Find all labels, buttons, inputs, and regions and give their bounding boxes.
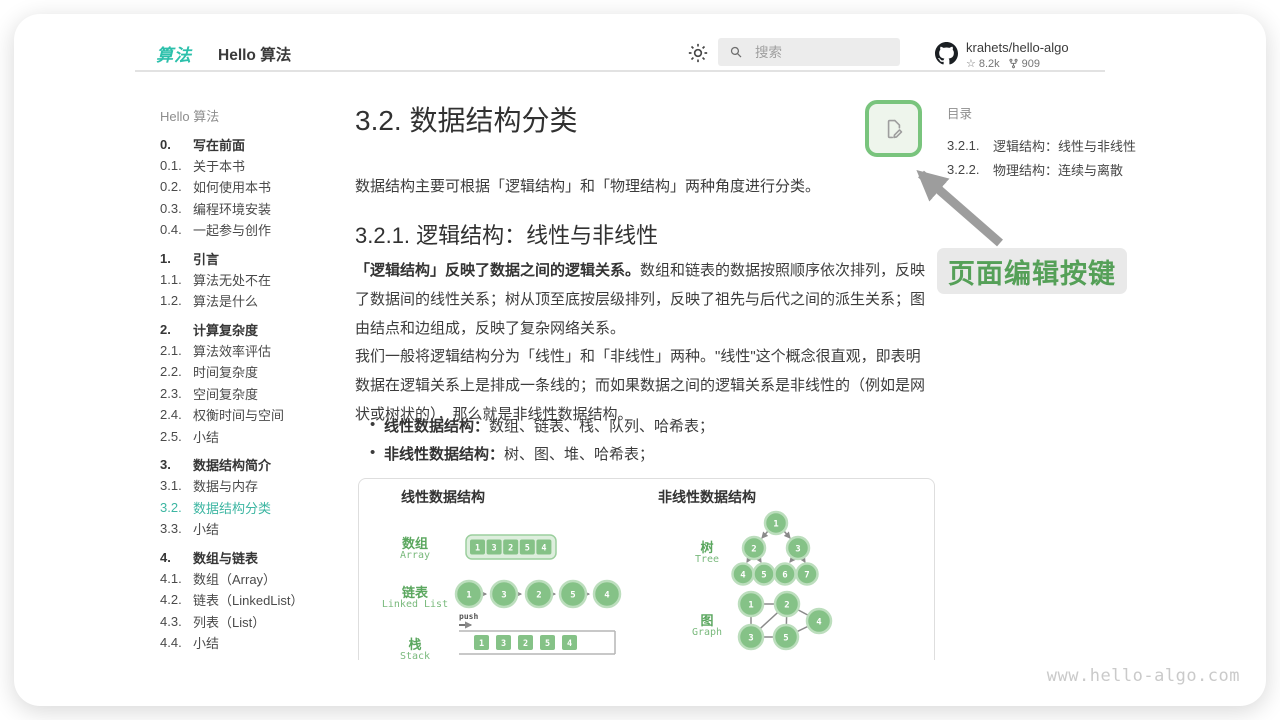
section-title: 3.2.1. 逻辑结构：线性与非线性 (355, 218, 658, 250)
list-item-linear: •线性数据结构：数组、链表、栈、队列、哈希表； (355, 415, 933, 436)
sidebar-root[interactable]: Hello 算法 (160, 105, 350, 126)
sidebar-item-4-2[interactable]: 4.2.链表（LinkedList） (160, 589, 350, 610)
linked-list-nodes: 1 3 2 5 4 (456, 581, 620, 607)
tree-node-value: 4 (740, 571, 746, 581)
sidebar-nav: Hello 算法 0.写在前面 0.1.关于本书 0.2.如何使用本书 0.3.… (160, 105, 350, 653)
sidebar-group-0[interactable]: 0.写在前面 (160, 133, 350, 154)
page-edit-button[interactable] (865, 100, 922, 157)
stack-cell-value: 1 (479, 639, 484, 649)
graph-diagram: 1 2 4 3 5 (739, 592, 831, 649)
star-icon: ☆ (966, 57, 976, 70)
toc: 目录 3.2.1.逻辑结构：线性与非线性 3.2.2.物理结构：连续与离散 (947, 103, 1157, 181)
sidebar-item-3-2-active[interactable]: 3.2.数据结构分类 (160, 497, 350, 518)
list-node-value: 3 (501, 591, 506, 601)
graph-node-value: 3 (748, 634, 753, 644)
sidebar-item-0-1[interactable]: 0.1.关于本书 (160, 155, 350, 176)
sidebar-item-2-2[interactable]: 2.2.时间复杂度 (160, 361, 350, 382)
stack-diagram: push 1 3 2 5 4 (459, 612, 615, 654)
github-repo-link[interactable]: krahets/hello-algo ☆ 8.2k 909 (935, 40, 1069, 70)
theme-toggle-icon[interactable] (688, 43, 708, 63)
list-node-value: 2 (536, 591, 541, 601)
tree-diagram: 1 2 3 4 5 6 7 (733, 512, 818, 585)
tree-node-value: 1 (773, 520, 778, 530)
toc-title: 目录 (947, 103, 1157, 122)
sidebar-item-4-3[interactable]: 4.3.列表（List） (160, 611, 350, 632)
list-node-value: 4 (604, 591, 610, 601)
site-watermark: www.hello-algo.com (1047, 666, 1240, 686)
push-label: push (459, 612, 478, 621)
graph-node-value: 4 (816, 618, 822, 628)
sidebar-group-1[interactable]: 1.引言 (160, 247, 350, 268)
repo-forks: 909 (1022, 58, 1040, 70)
tree-node-value: 3 (795, 545, 800, 555)
stack-cell-value: 4 (567, 639, 572, 649)
sidebar-item-3-3[interactable]: 3.3.小结 (160, 518, 350, 539)
sidebar-item-2-4[interactable]: 2.4.权衡时间与空间 (160, 404, 350, 425)
page-viewport: Hello 算法 0.写在前面 0.1.关于本书 0.2.如何使用本书 0.3.… (14, 71, 1266, 660)
repo-stats: ☆ 8.2k 909 (966, 57, 1069, 70)
array-cells: 1 3 2 5 4 (470, 540, 551, 555)
sidebar-item-4-4[interactable]: 4.4.小结 (160, 632, 350, 653)
array-cell-value: 4 (541, 544, 546, 554)
sidebar-item-2-5[interactable]: 2.5.小结 (160, 425, 350, 446)
figure-diagram: 1 3 2 5 4 1 3 (359, 479, 932, 660)
list-node-value: 5 (570, 591, 575, 601)
array-cell-value: 2 (508, 544, 513, 554)
browser-page: 算法 Hello 算法 krahets/hello-algo ☆ 8.2k 90… (14, 14, 1266, 706)
repo-name: krahets/hello-algo (966, 40, 1069, 55)
github-icon (935, 42, 958, 70)
sidebar-item-1-2[interactable]: 1.2.算法是什么 (160, 290, 350, 311)
sidebar-item-1-1[interactable]: 1.1.算法无处不在 (160, 269, 350, 290)
search-box[interactable] (718, 38, 900, 66)
sidebar-item-4-1[interactable]: 4.1.数组（Array） (160, 568, 350, 589)
graph-node-value: 5 (783, 634, 788, 644)
stack-cell-value: 2 (523, 639, 528, 649)
sidebar-item-0-2[interactable]: 0.2.如何使用本书 (160, 176, 350, 197)
tree-node-value: 7 (804, 571, 809, 581)
page-title: 3.2. 数据结构分类 (355, 99, 577, 139)
graph-node-value: 1 (748, 601, 753, 611)
site-title[interactable]: Hello 算法 (218, 43, 291, 65)
sidebar-item-3-1[interactable]: 3.1.数据与内存 (160, 475, 350, 496)
array-cell-value: 1 (475, 544, 480, 554)
logic-structure-paragraph: 「逻辑结构」反映了数据之间的逻辑关系。数组和链表的数据按照顺序依次排列，反映了数… (355, 256, 933, 343)
graph-node-value: 2 (784, 601, 789, 611)
stack-cell-value: 3 (501, 639, 506, 649)
annotation-label: 页面编辑按键 (937, 248, 1127, 294)
repo-stars: 8.2k (979, 58, 1000, 70)
tree-node-value: 2 (751, 545, 756, 555)
tree-node-value: 6 (782, 571, 787, 581)
intro-paragraph: 数据结构主要可根据「逻辑结构」和「物理结构」两种角度进行分类。 (355, 175, 820, 196)
stack-cell-value: 5 (545, 639, 550, 649)
fork-icon (1008, 58, 1019, 69)
sidebar-group-3[interactable]: 3.数据结构简介 (160, 454, 350, 475)
figure-data-structures: 线性数据结构 非线性数据结构 数组 Array 链表 Linked List 栈… (358, 478, 935, 660)
search-input[interactable] (753, 44, 887, 61)
list-item-nonlinear: •非线性数据结构：树、图、堆、哈希表； (355, 443, 933, 464)
array-cell-value: 5 (525, 544, 530, 554)
toc-item-2[interactable]: 3.2.2.物理结构：连续与离散 (947, 157, 1157, 181)
bullet-dot: • (370, 444, 375, 461)
site-logo[interactable]: 算法 (156, 41, 192, 66)
array-cell-value: 3 (492, 544, 497, 554)
tree-node-value: 5 (761, 571, 766, 581)
sidebar-item-2-1[interactable]: 2.1.算法效率评估 (160, 340, 350, 361)
sidebar-item-0-3[interactable]: 0.3.编程环境安装 (160, 198, 350, 219)
search-icon (729, 45, 744, 60)
sidebar-group-4[interactable]: 4.数组与链表 (160, 546, 350, 567)
toc-item-1[interactable]: 3.2.1.逻辑结构：线性与非线性 (947, 133, 1157, 157)
sidebar-item-2-3[interactable]: 2.3.空间复杂度 (160, 383, 350, 404)
edit-icon (881, 116, 907, 142)
list-node-value: 1 (466, 591, 471, 601)
sidebar-group-2[interactable]: 2.计算复杂度 (160, 319, 350, 340)
bullet-dot: • (370, 416, 375, 433)
sidebar-item-0-4[interactable]: 0.4.一起参与创作 (160, 219, 350, 240)
